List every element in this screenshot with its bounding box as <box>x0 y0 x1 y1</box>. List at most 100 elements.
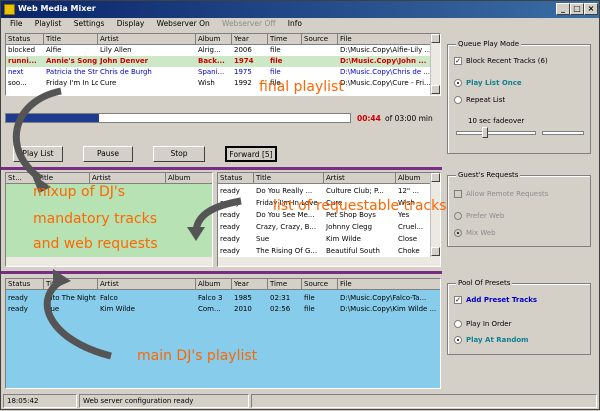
minimize-button[interactable]: _ <box>556 3 570 15</box>
cell-artist: Falco <box>100 294 118 302</box>
status-time: 18:05:42 <box>3 394 77 408</box>
close-button[interactable]: × <box>584 3 598 15</box>
table-row[interactable]: ready Sue Kim Wilde Com... 2010 02:56 fi… <box>6 304 440 315</box>
col-status[interactable]: Status <box>6 279 44 290</box>
col-status[interactable]: Status <box>218 173 254 184</box>
cell-status: runni... <box>8 57 37 65</box>
table-row[interactable]: ready Crazy, Crazy, B... Johnny Clegg Cruel… <box>218 222 440 233</box>
col-album[interactable]: Album <box>196 34 232 45</box>
col-year[interactable]: Year <box>232 279 268 290</box>
cell-title: Into The Night <box>46 294 96 302</box>
menu-webserver-on[interactable]: Webserver On <box>152 18 215 29</box>
col-artist[interactable]: Artist <box>324 173 396 184</box>
fadeover-track[interactable] <box>456 131 536 135</box>
block-recent-checkbox[interactable]: ✓ <box>454 57 462 65</box>
cell-artist: Johnny Clegg <box>326 223 373 231</box>
col-artist[interactable]: Artist <box>98 34 196 45</box>
final-playlist-grid[interactable]: Status Title Artist Album Year Time Sour… <box>5 33 441 96</box>
col-year[interactable]: Year <box>232 34 268 45</box>
elapsed-time: 00:44 <box>357 114 381 123</box>
table-row[interactable]: ready Do You See Me... Pet Shop Boys Yes <box>218 210 440 221</box>
cell-file: D:\Music.Copy\Alfie-Lily ... <box>340 46 432 54</box>
progress-bar[interactable] <box>5 113 351 123</box>
stop-button[interactable]: Stop <box>153 146 205 162</box>
table-row[interactable]: blocked Alfie Lily Allen Alrig... 2006 f… <box>6 45 440 56</box>
cell-file: D:\Music.Copy\Kim Wilde ... <box>340 305 437 313</box>
table-row[interactable]: ready The Rising Of G... Beautiful South Ch… <box>218 246 440 257</box>
requestable-grid[interactable]: Status Title Artist Album ready Do You Re… <box>217 172 441 267</box>
cell-title: Annie's Song <box>46 57 98 65</box>
cell-time: file <box>270 57 283 65</box>
scroll-down-arrow[interactable] <box>431 85 440 94</box>
col-album[interactable]: Album <box>166 173 212 184</box>
play-at-random-radio[interactable] <box>454 336 462 344</box>
menu-display[interactable]: Display <box>112 18 150 29</box>
menu-file[interactable]: File <box>5 18 28 29</box>
col-status[interactable]: St... <box>6 173 36 184</box>
col-file[interactable]: File <box>338 34 432 45</box>
col-artist[interactable]: Artist <box>90 173 166 184</box>
play-list-button[interactable]: Play List <box>13 146 63 162</box>
cell-status: soo... <box>8 79 27 87</box>
col-album[interactable]: Album <box>396 173 432 184</box>
table-row[interactable]: ready Do You Really ... Culture Club; P...… <box>218 186 440 197</box>
play-once-radio[interactable] <box>454 79 462 87</box>
requestable-hscrollbar[interactable] <box>218 257 440 266</box>
mix-web-radio <box>454 229 462 237</box>
group-label: Pool Of Presets <box>456 279 513 287</box>
final-playlist-scrollbar[interactable] <box>430 34 440 95</box>
cell-status: ready <box>220 247 240 255</box>
cell-source <box>302 67 338 78</box>
col-status[interactable]: Status <box>6 34 44 45</box>
play-in-order-label: Play In Order <box>466 320 512 328</box>
col-file[interactable]: File <box>338 279 440 290</box>
fadeover-slider-thumb[interactable] <box>482 127 488 138</box>
cell-artist: Kim Wilde <box>100 305 135 313</box>
scroll-up-arrow[interactable] <box>431 173 440 182</box>
mix-hscrollbar[interactable] <box>6 257 212 266</box>
table-row-running[interactable]: runni... Annie's Song John Denver Back..… <box>6 56 440 67</box>
menu-info[interactable]: Info <box>283 18 307 29</box>
cell-album: Yes <box>398 211 410 219</box>
pause-button[interactable]: Pause <box>83 146 133 162</box>
cell-artist: Cure <box>100 79 117 87</box>
table-row[interactable]: soo... Friday I'm In Love Cure Wish 1992… <box>6 78 440 89</box>
table-row-next[interactable]: next Patricia the Stri... Chris de Burgh… <box>6 67 440 78</box>
scroll-up-arrow[interactable] <box>431 34 440 43</box>
menu-playlist[interactable]: Playlist <box>30 18 67 29</box>
col-title[interactable]: Title <box>36 173 90 184</box>
requestable-scrollbar[interactable] <box>430 173 440 257</box>
col-artist[interactable]: Artist <box>98 279 196 290</box>
mix-grid[interactable]: St... Title Artist Album <box>5 172 213 267</box>
col-time[interactable]: Time <box>268 34 302 45</box>
col-title[interactable]: Title <box>44 34 98 45</box>
cell-title: Patricia the Stri... <box>46 68 98 76</box>
main-playlist-grid[interactable]: Status Title Artist Album Year Time Sour… <box>5 278 441 389</box>
title-bar[interactable]: Web Media Mixer _ □ × <box>1 1 599 18</box>
maximize-button[interactable]: □ <box>570 3 584 15</box>
requestable-header: Status Title Artist Album <box>218 173 440 184</box>
table-row[interactable]: ready Friday I'm In Love Cure Wish <box>218 198 440 209</box>
cell-album: Close <box>398 235 418 243</box>
col-title[interactable]: Title <box>254 173 324 184</box>
cell-title: Do You Really ... <box>256 187 313 195</box>
col-album[interactable]: Album <box>196 279 232 290</box>
main-playlist-header: Status Title Artist Album Year Time Sour… <box>6 279 440 290</box>
table-row[interactable]: ready Into The Night Falco Falco 3 1985 … <box>6 293 440 304</box>
col-time[interactable]: Time <box>268 279 302 290</box>
scroll-down-arrow[interactable] <box>431 247 440 256</box>
cell-year: 1992 <box>234 79 252 87</box>
table-row[interactable]: ready Sue Kim Wilde Close <box>218 234 440 245</box>
menu-settings[interactable]: Settings <box>69 18 110 29</box>
forward-button[interactable]: Forward [5] <box>225 146 277 162</box>
play-in-order-radio[interactable] <box>454 320 462 328</box>
repeat-list-radio[interactable] <box>454 96 462 104</box>
add-preset-checkbox[interactable]: ✓ <box>454 296 462 304</box>
col-source[interactable]: Source <box>302 34 338 45</box>
volume-track[interactable] <box>542 131 584 135</box>
col-title[interactable]: Title <box>44 279 98 290</box>
mix-web-label: Mix Web <box>466 229 496 237</box>
col-source[interactable]: Source <box>302 279 338 290</box>
section-divider <box>1 167 442 170</box>
cell-status: next <box>8 68 24 76</box>
